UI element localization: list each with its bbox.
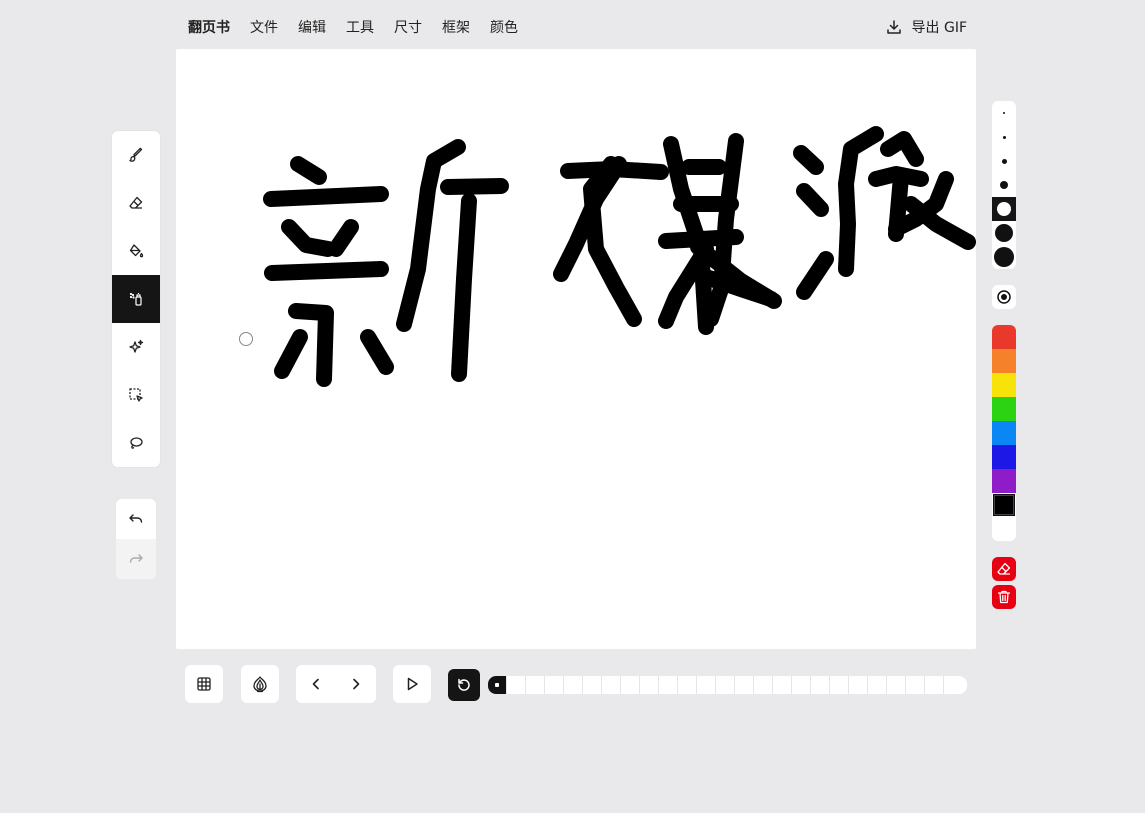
frame-thumb-18[interactable]	[811, 676, 830, 694]
color-swatch-green[interactable]	[992, 397, 1016, 421]
frame-thumb-22[interactable]	[887, 676, 906, 694]
frame-thumb-9[interactable]	[640, 676, 659, 694]
frame-thumb-16[interactable]	[773, 676, 792, 694]
grid-toggle-button[interactable]	[185, 665, 223, 703]
frame-thumb-17[interactable]	[792, 676, 811, 694]
grid-icon	[197, 677, 211, 691]
app-title: 翻页书	[188, 20, 230, 36]
onion-icon	[253, 676, 267, 693]
menu-item-tools[interactable]: 工具	[346, 17, 374, 37]
color-swatch-yellow[interactable]	[992, 373, 1016, 397]
frame-thumb-14[interactable]	[735, 676, 754, 694]
frame-thumb-7[interactable]	[602, 676, 621, 694]
brush-size-5[interactable]	[992, 197, 1016, 221]
reload-icon	[458, 678, 470, 691]
brush-size-list	[992, 101, 1016, 269]
frame-thumb-6[interactable]	[583, 676, 602, 694]
frame-thumb-13[interactable]	[716, 676, 735, 694]
frame-thumb-20[interactable]	[849, 676, 868, 694]
redo-button[interactable]	[116, 539, 156, 579]
brush-size-2[interactable]	[992, 125, 1016, 149]
frame-timeline	[488, 676, 967, 694]
loop-toggle-button[interactable]	[448, 669, 480, 701]
redo-icon	[129, 554, 143, 563]
tool-palette	[112, 131, 160, 467]
frame-thumb-19[interactable]	[830, 676, 849, 694]
color-swatch-red[interactable]	[992, 325, 1016, 349]
undo-button[interactable]	[116, 499, 156, 539]
eraser-icon	[997, 562, 1011, 575]
brush-tool[interactable]	[112, 131, 160, 179]
export-gif-button[interactable]: 导出 GIF	[886, 16, 967, 38]
sparkle-icon	[129, 339, 144, 353]
export-gif-label: 导出 GIF	[911, 20, 967, 36]
frame-thumb-21[interactable]	[868, 676, 887, 694]
pressure-toggle[interactable]	[992, 285, 1016, 309]
trash-icon	[997, 590, 1011, 604]
menu-item-file[interactable]: 文件	[250, 17, 278, 37]
color-swatch-blue[interactable]	[992, 421, 1016, 445]
delete-frame-button[interactable]	[992, 585, 1016, 609]
frame-thumb-8[interactable]	[621, 676, 640, 694]
lasso-tool[interactable]	[112, 419, 160, 467]
spray-tool[interactable]	[112, 275, 160, 323]
color-palette	[992, 325, 1016, 541]
brush-size-4[interactable]	[992, 173, 1016, 197]
brush-size-6[interactable]	[992, 221, 1016, 245]
frame-thumb-5[interactable]	[564, 676, 583, 694]
handwritten-drawing	[263, 126, 976, 387]
frame-thumb-24[interactable]	[925, 676, 944, 694]
brush-options-panel	[992, 101, 1016, 609]
frame-thumb-10[interactable]	[659, 676, 678, 694]
brush-size-7[interactable]	[992, 245, 1016, 269]
select-tool[interactable]	[112, 371, 160, 419]
chevron-left-icon[interactable]	[308, 676, 324, 692]
target-icon	[997, 290, 1011, 304]
menu-item-size[interactable]: 尺寸	[394, 17, 422, 37]
select-icon	[129, 388, 143, 402]
download-icon	[886, 20, 901, 34]
frame-thumb-2[interactable]	[507, 676, 526, 694]
brush-size-3[interactable]	[992, 149, 1016, 173]
chevron-right-icon[interactable]	[348, 676, 364, 692]
color-swatch-purple[interactable]	[992, 469, 1016, 493]
menu-item-edit[interactable]: 编辑	[298, 17, 326, 37]
eraser-tool[interactable]	[112, 179, 160, 227]
brush-icon	[129, 147, 143, 162]
onion-skin-button[interactable]	[241, 665, 279, 703]
clear-frame-button[interactable]	[992, 557, 1016, 581]
lasso-icon	[130, 437, 143, 449]
play-button[interactable]	[393, 665, 431, 703]
drawing-canvas[interactable]	[176, 49, 976, 649]
fill-tool[interactable]	[112, 227, 160, 275]
frame-thumb-1[interactable]	[488, 676, 507, 694]
frame-navigation	[296, 665, 376, 703]
menu-item-frames[interactable]: 框架	[442, 17, 470, 37]
color-swatch-black[interactable]	[992, 493, 1016, 517]
color-swatch-white[interactable]	[992, 517, 1016, 541]
frame-thumb-15[interactable]	[754, 676, 773, 694]
frame-thumb-3[interactable]	[526, 676, 545, 694]
frame-thumb-23[interactable]	[906, 676, 925, 694]
brush-cursor	[239, 332, 253, 346]
paint-bucket-icon	[129, 244, 144, 258]
eraser-icon	[129, 196, 143, 209]
color-swatch-orange[interactable]	[992, 349, 1016, 373]
color-swatch-indigo[interactable]	[992, 445, 1016, 469]
frame-thumb-11[interactable]	[678, 676, 697, 694]
menu-bar: 翻页书 文件 编辑 工具 尺寸 框架 颜色	[188, 16, 538, 38]
history-controls	[116, 499, 156, 579]
frame-thumb-12[interactable]	[697, 676, 716, 694]
spray-can-icon	[129, 292, 142, 306]
menu-item-colors[interactable]: 颜色	[490, 17, 518, 37]
frame-thumb-4[interactable]	[545, 676, 564, 694]
undo-icon	[129, 514, 143, 523]
magic-tool[interactable]	[112, 323, 160, 371]
brush-size-1[interactable]	[992, 101, 1016, 125]
play-icon	[407, 677, 418, 691]
